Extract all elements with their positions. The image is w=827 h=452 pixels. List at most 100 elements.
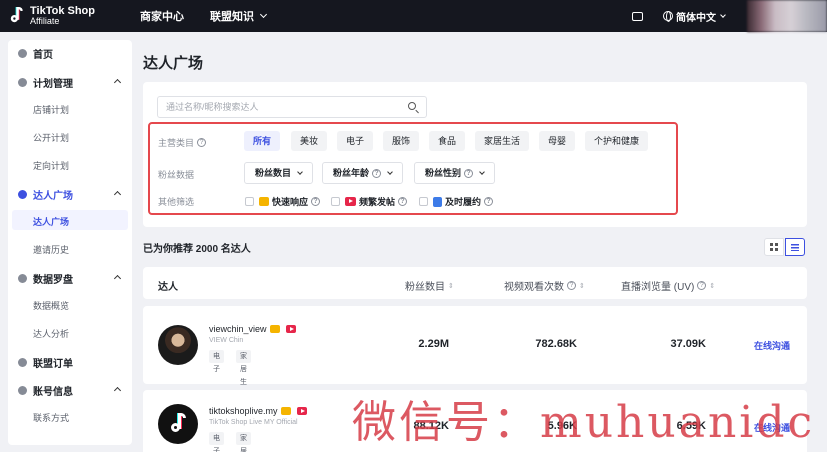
plan-icon	[18, 78, 27, 87]
orders-icon	[18, 358, 27, 367]
column-creator: 达人	[158, 282, 178, 293]
filter-frequent-posting[interactable]: 频繁发帖?	[331, 195, 408, 208]
fulfillment-badge-icon	[433, 196, 442, 207]
sort-icon[interactable]: ⇕	[579, 282, 585, 290]
sidebar-group-plan-management[interactable]: 计划管理	[18, 75, 128, 90]
avatar[interactable]	[158, 325, 198, 365]
category-chip-food[interactable]: 食品	[429, 131, 466, 151]
list-view-toggle-icon[interactable]	[785, 238, 805, 256]
category-chip-apparel[interactable]: 服饰	[383, 131, 420, 151]
chevron-down-icon	[387, 168, 393, 175]
help-icon[interactable]: ?	[567, 281, 576, 290]
column-video-views[interactable]: 视频观看次数? ⇕	[504, 278, 585, 293]
category-chip-all[interactable]: 所有	[244, 131, 281, 151]
sidebar-group-data-compass[interactable]: 数据罗盘	[18, 271, 128, 286]
chevron-down-icon	[259, 10, 268, 19]
globe-icon	[663, 11, 673, 22]
sidebar: 首页 计划管理 店铺计划 公开计划 定向计划 达人广场 达人广场 邀请历史 数据…	[8, 40, 132, 445]
chevron-up-icon	[113, 78, 122, 87]
filter-timely-fulfillment[interactable]: 及时履约?	[419, 195, 494, 208]
category-chip-electronics[interactable]: 电子	[337, 131, 374, 151]
nav-alliance-knowledge[interactable]: 联盟知识	[210, 8, 268, 24]
help-icon[interactable]: ?	[484, 197, 494, 206]
help-icon[interactable]: ?	[197, 138, 207, 147]
watermark-text: 微信号：muhuanidc	[352, 397, 816, 448]
brand-sub: Affiliate	[30, 16, 60, 26]
category-tag: 家居生活	[236, 350, 251, 399]
video-views-value: 782.68K	[535, 338, 577, 350]
help-icon[interactable]: ?	[697, 281, 707, 290]
help-icon[interactable]: ?	[398, 197, 408, 206]
checkbox[interactable]	[419, 197, 428, 206]
video-badge-icon	[285, 325, 296, 333]
sidebar-group-account-info[interactable]: 账号信息	[18, 383, 128, 398]
sidebar-item-data-overview[interactable]: 数据概览	[33, 299, 69, 312]
account-icon	[18, 386, 27, 395]
follower-age-dropdown[interactable]: 粉丝年龄?	[322, 162, 404, 184]
help-icon[interactable]: ?	[464, 168, 474, 178]
chevron-down-icon	[297, 168, 303, 175]
grid-view-toggle-icon[interactable]	[764, 238, 784, 256]
language-selector[interactable]: 简体中文	[676, 9, 726, 24]
category-chip-personal-care[interactable]: 个护和健康	[585, 131, 649, 151]
category-label: 主营类目?	[158, 136, 207, 149]
sidebar-item-creator-analysis[interactable]: 达人分析	[33, 327, 69, 340]
sidebar-item-store-plan[interactable]: 店铺计划	[33, 103, 69, 116]
creator-icon	[18, 190, 27, 199]
sort-icon[interactable]: ⇕	[448, 282, 454, 290]
sidebar-item-invite-history[interactable]: 邀请历史	[33, 243, 69, 256]
sidebar-item-home[interactable]: 首页	[18, 46, 128, 61]
tiktok-shop-logo[interactable]: TikTok Shop Affiliate	[8, 6, 118, 26]
user-account-blurred[interactable]	[747, 0, 827, 32]
sidebar-group-creator-square[interactable]: 达人广场	[18, 187, 128, 202]
sidebar-item-public-plan[interactable]: 公开计划	[33, 131, 69, 144]
help-icon[interactable]: ?	[311, 197, 321, 206]
search-box	[157, 96, 427, 118]
nav-merchant-center[interactable]: 商家中心	[140, 8, 184, 24]
live-views-value: 37.09K	[670, 338, 706, 350]
sort-icon[interactable]: ⇕	[709, 282, 715, 290]
followers-count-dropdown[interactable]: 粉丝数目	[244, 162, 314, 184]
recommendation-count: 已为你推荐 2000 名达人	[143, 244, 251, 255]
creator-display-name: TikTok Shop Live MY Official	[209, 419, 298, 426]
followers-value: 2.29M	[418, 338, 449, 350]
follower-gender-dropdown[interactable]: 粉丝性别?	[414, 162, 496, 184]
avatar[interactable]	[158, 404, 198, 444]
creator-handle[interactable]: tiktokshoplive.my	[209, 406, 310, 416]
help-icon[interactable]: ?	[372, 168, 382, 178]
column-followers[interactable]: 粉丝数目 ⇕	[405, 278, 454, 293]
sidebar-item-alliance-orders[interactable]: 联盟订单	[18, 355, 128, 370]
category-chip-mother-baby[interactable]: 母婴	[539, 131, 576, 151]
column-live-views[interactable]: 直播浏览量 (UV)? ⇕	[621, 278, 715, 293]
sidebar-item-contact[interactable]: 联系方式	[33, 411, 69, 424]
checkbox[interactable]	[245, 197, 254, 206]
chevron-down-icon	[720, 11, 726, 18]
table-row[interactable]: viewchin_view VIEW Chin 电子 家居生活 2.29M 78…	[143, 306, 807, 399]
page-title: 达人广场	[143, 55, 204, 72]
chevron-up-icon	[113, 190, 122, 199]
lightning-badge-icon	[259, 197, 269, 206]
chat-online-link[interactable]: 在线沟通	[754, 339, 790, 352]
lightning-badge-icon	[280, 407, 291, 415]
filter-quick-response[interactable]: 快速响应?	[245, 195, 321, 208]
message-icon[interactable]	[632, 11, 643, 21]
filter-panel: 主营类目? 所有 美妆 电子 服饰 食品 家居生活 母婴 个护和健康 粉丝数据 …	[143, 82, 807, 227]
brand-name: TikTok Shop	[30, 5, 95, 17]
creator-display-name: VIEW Chin	[209, 337, 244, 344]
checkbox[interactable]	[331, 197, 340, 206]
category-chip-beauty[interactable]: 美妆	[291, 131, 328, 151]
chevron-up-icon	[113, 274, 122, 283]
creator-handle[interactable]: viewchin_view	[209, 324, 299, 334]
tiktok-logo-icon	[8, 6, 26, 26]
table-header: 达人 粉丝数目 ⇕ 视频观看次数? ⇕ 直播浏览量 (UV)? ⇕	[143, 267, 807, 299]
sidebar-item-targeted-plan[interactable]: 定向计划	[33, 159, 69, 172]
video-badge-icon	[296, 407, 307, 415]
sidebar-item-creator-square[interactable]: 达人广场	[33, 215, 69, 228]
other-filters-label: 其他筛选	[158, 197, 195, 207]
search-input[interactable]	[158, 97, 398, 117]
search-icon[interactable]	[408, 102, 416, 110]
fans-label: 粉丝数据	[158, 170, 195, 180]
top-bar: TikTok Shop Affiliate 商家中心 联盟知识 简体中文	[0, 0, 827, 32]
sidebar-active-highlight	[12, 210, 128, 230]
category-chip-home-living[interactable]: 家居生活	[475, 131, 530, 151]
